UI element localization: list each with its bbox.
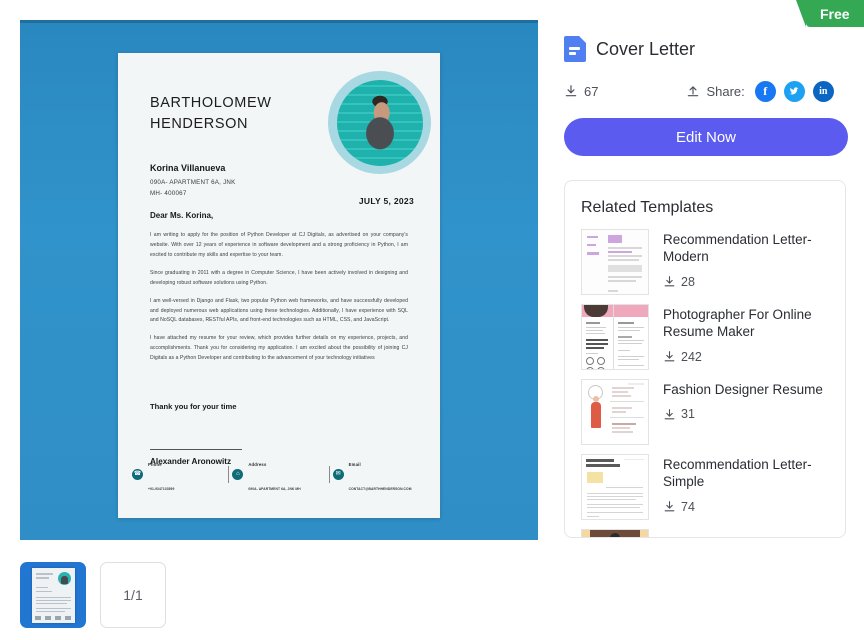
template-thumbnail <box>581 529 649 537</box>
related-template-downloads: 31 <box>663 407 823 421</box>
template-title-row: Cover Letter <box>564 36 848 62</box>
download-icon <box>664 351 675 362</box>
template-thumbnail <box>581 454 649 520</box>
related-templates-card: Related Templates Recommendation Letter-… <box>564 180 846 538</box>
recipient-address: 090A- APARTMENT 6A, JNK MH- 400067 <box>150 179 236 197</box>
detail-sidebar: Cover Letter 67 Share: f in Edit Now Rel… <box>564 0 848 538</box>
document-icon <box>564 36 586 62</box>
related-template-item[interactable]: Recommendation Letter-Modern 28 <box>581 229 829 295</box>
footer-address: ⌂ Address 090A- APARTMENT 6A, JNK MH <box>232 450 325 498</box>
related-templates-heading: Related Templates <box>581 199 714 216</box>
footer-divider <box>228 465 230 483</box>
footer-label: Phone <box>148 462 162 467</box>
letter-paragraph: I am well-versed in Django and Flask, tw… <box>150 297 408 324</box>
download-icon <box>565 85 577 97</box>
letter-closing: Thank you for your time <box>150 402 237 411</box>
page-thumbnail-strip: 1/1 <box>20 562 166 628</box>
footer-email: ✉ Email CONTACT@BARTHHENDERSON.COM <box>332 450 426 498</box>
footer-label: Email <box>348 462 361 467</box>
footer-phone: ☎ Phone +91-9347133599 <box>132 450 225 498</box>
letter-paragraph: I am writing to apply for the position o… <box>150 232 408 258</box>
related-template-item[interactable]: Photographer For Online Resume Maker 242 <box>581 304 829 370</box>
download-count: 67 <box>564 84 598 99</box>
cover-letter-document[interactable]: BARTHOLOMEW HENDERSON JULY 5, 2023 Korin… <box>118 53 440 518</box>
footer-label: Address <box>248 462 267 467</box>
related-template-item-partial[interactable] <box>581 529 829 537</box>
edit-now-button[interactable]: Edit Now <box>564 118 848 156</box>
related-template-item[interactable]: Recommendation Letter-Simple 74 <box>581 454 829 520</box>
home-icon: ⌂ <box>232 468 244 480</box>
footer-value: 090A- APARTMENT 6A, JNK MH <box>248 487 301 491</box>
download-count-value: 31 <box>681 407 695 422</box>
document-preview-canvas[interactable]: BARTHOLOMEW HENDERSON JULY 5, 2023 Korin… <box>20 20 538 540</box>
page-title: Cover Letter <box>596 38 696 59</box>
related-template-downloads: 242 <box>663 350 829 364</box>
download-count-value: 242 <box>681 349 702 364</box>
twitter-icon[interactable] <box>783 80 805 102</box>
letter-paragraph: Since graduating in 2011 with a degree i… <box>150 269 408 286</box>
footer-divider <box>328 465 330 483</box>
download-count-value: 74 <box>681 499 695 514</box>
template-thumbnail <box>581 304 649 370</box>
share-label: Share: <box>706 83 745 99</box>
footer-value: CONTACT@BARTHHENDERSON.COM <box>348 487 412 491</box>
page-thumbnail-1[interactable] <box>20 562 86 628</box>
page-indicator[interactable]: 1/1 <box>100 562 166 628</box>
template-detail-page: BARTHOLOMEW HENDERSON JULY 5, 2023 Korin… <box>0 0 864 640</box>
facebook-icon[interactable]: f <box>754 80 776 102</box>
sender-name: BARTHOLOMEW HENDERSON <box>150 95 272 133</box>
download-count-value: 67 <box>584 83 599 99</box>
related-template-name: Recommendation Letter-Modern <box>663 232 812 265</box>
mail-icon: ✉ <box>332 468 344 480</box>
download-icon <box>664 501 675 512</box>
download-icon <box>664 408 675 420</box>
social-links: f in <box>754 80 834 102</box>
download-count-value: 28 <box>681 274 695 289</box>
footer-value: +91-9347133599 <box>148 487 175 491</box>
letter-paragraph: I have attached my resume for your revie… <box>150 335 408 362</box>
document-footer: ☎ Phone +91-9347133599 ⌂ Address 090A- A… <box>118 450 440 498</box>
phone-icon: ☎ <box>132 468 143 480</box>
share-icon <box>688 86 699 97</box>
template-thumbnail <box>581 229 649 295</box>
letter-body: I am writing to apply for the position o… <box>150 231 408 372</box>
template-thumbnail <box>581 379 649 445</box>
download-icon <box>664 276 675 287</box>
salutation: Dear Ms. Korina, <box>150 211 214 220</box>
linkedin-icon[interactable]: in <box>812 80 834 102</box>
template-meta-row: 67 Share: f in <box>564 80 848 102</box>
share-block: Share: f in <box>686 80 834 102</box>
related-template-downloads: 74 <box>663 500 829 514</box>
letter-date: JULY 5, 2023 <box>358 196 414 206</box>
twitter-bird-icon <box>789 87 799 95</box>
recipient-name: Korina Villanueva <box>150 163 226 173</box>
related-template-name: Fashion Designer Resume <box>663 382 823 397</box>
related-template-downloads: 28 <box>663 275 829 289</box>
related-template-name: Photographer For Online Resume Maker <box>663 307 812 340</box>
related-template-name: Recommendation Letter-Simple <box>663 457 812 490</box>
related-template-item[interactable]: Fashion Designer Resume 31 <box>581 379 829 445</box>
portrait-photo <box>328 71 431 174</box>
